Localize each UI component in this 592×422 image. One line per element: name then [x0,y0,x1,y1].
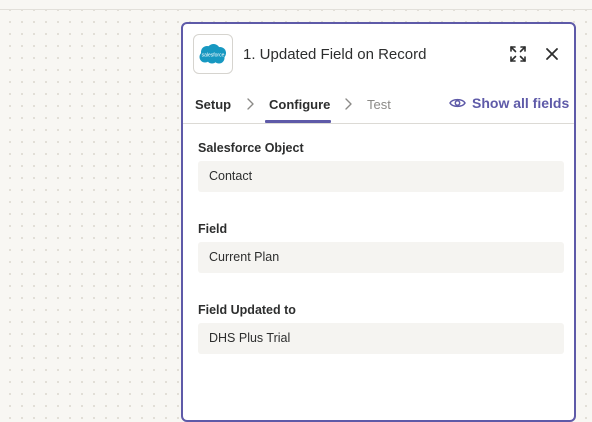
salesforce-logo-icon: salesforce [199,44,226,64]
show-all-fields-label: Show all fields [472,95,570,111]
canvas-top-edge [0,0,592,10]
step-tabs: Setup Configure Test Show all fields [183,84,574,124]
field-field[interactable]: Current Plan [198,242,564,273]
step-config-panel: salesforce 1. Updated Field on Record Se… [181,22,576,422]
panel-title: 1. Updated Field on Record [243,46,427,63]
field-updated-to-field[interactable]: DHS Plus Trial [198,323,564,354]
chevron-right-icon [345,98,352,110]
panel-header: salesforce 1. Updated Field on Record [183,24,574,84]
salesforce-logo-text: salesforce [202,53,225,59]
active-tab-indicator [265,120,331,123]
tab-configure[interactable]: Configure [269,97,330,112]
tab-test[interactable]: Test [367,97,391,112]
field-label: Field [198,222,228,236]
tab-setup[interactable]: Setup [195,97,231,112]
eye-icon [449,98,466,108]
close-icon [546,48,558,60]
expand-icon [510,46,526,62]
close-button[interactable] [541,43,563,65]
expand-button[interactable] [507,43,529,65]
salesforce-object-label: Salesforce Object [198,141,304,155]
chevron-right-icon [247,98,254,110]
field-updated-to-label: Field Updated to [198,303,296,317]
app-logo: salesforce [193,34,233,74]
show-all-fields-button[interactable]: Show all fields [449,95,569,111]
salesforce-object-field[interactable]: Contact [198,161,564,192]
